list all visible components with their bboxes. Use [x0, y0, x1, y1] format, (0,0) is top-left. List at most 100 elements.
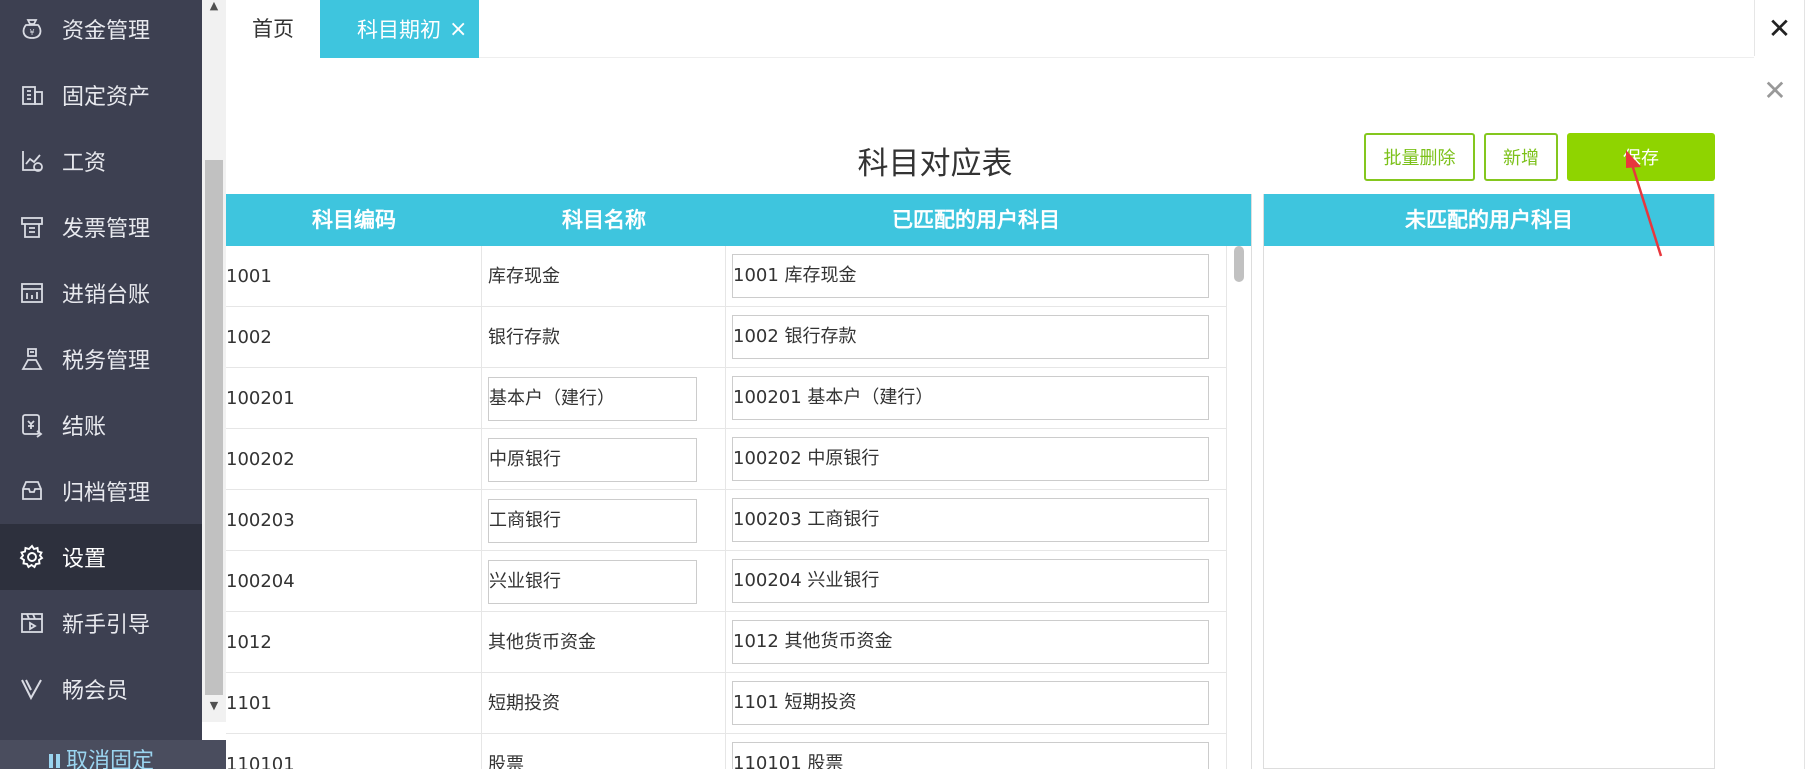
name-input[interactable]: 兴业银行	[488, 560, 697, 604]
name-text: 股票	[488, 754, 524, 769]
sidebar-item-settings[interactable]: 设置	[0, 524, 202, 590]
tab-label: 科目期初	[357, 18, 441, 42]
code-cell: 1001	[226, 246, 482, 307]
sidebar-item-label: 归档管理	[62, 481, 151, 506]
code-cell: 100202	[226, 429, 482, 490]
name-cell: 银行存款	[482, 307, 726, 368]
matched-input[interactable]: 100204 兴业银行	[732, 559, 1209, 603]
sidebar-item-guide[interactable]: 新手引导	[0, 590, 202, 656]
video-guide-icon	[18, 609, 46, 637]
name-input[interactable]: 工商银行	[488, 499, 697, 543]
table-row: 100203 工商银行 100203 工商银行	[226, 490, 1251, 551]
sidebar-item-invoice[interactable]: 发票管理	[0, 194, 202, 260]
ledger-icon	[18, 279, 46, 307]
unpin-button[interactable]: 取消固定	[48, 743, 154, 769]
sidebar-item-label: 资金管理	[62, 19, 151, 44]
gear-icon	[18, 543, 46, 571]
name-cell: 兴业银行	[482, 551, 726, 612]
matched-input[interactable]: 110101 股票	[732, 742, 1209, 769]
matched-input[interactable]: 100203 工商银行	[732, 498, 1209, 542]
sidebar-item-ledger[interactable]: 进销台账	[0, 260, 202, 326]
matched-cell: 100202 中原银行	[726, 429, 1226, 490]
name-text: 短期投资	[488, 693, 560, 714]
vip-icon	[18, 675, 46, 703]
header-matched: 已匹配的用户科目	[892, 208, 1060, 232]
pin-icon	[49, 754, 60, 768]
name-cell: 工商银行	[482, 490, 726, 551]
name-cell: 短期投资	[482, 673, 726, 734]
name-input[interactable]: 基本户（建行）	[488, 377, 697, 421]
table-row: 1101 短期投资 1101 短期投资	[226, 673, 1251, 734]
matched-input[interactable]: 100201 基本户（建行）	[732, 376, 1209, 420]
page-title: 科目对应表	[857, 146, 1013, 182]
invoice-icon	[18, 213, 46, 241]
tab-divider	[479, 57, 1754, 58]
matched-input[interactable]: 1012 其他货币资金	[732, 620, 1209, 664]
scroll-down-arrow-icon[interactable]: ▼	[207, 700, 221, 712]
table-row: 1001 库存现金 1001 库存现金	[226, 246, 1251, 307]
sidebar-item-checkout[interactable]: 结账	[0, 392, 202, 458]
building-icon	[18, 81, 46, 109]
matched-input[interactable]: 100202 中原银行	[732, 437, 1209, 481]
unpin-label: 取消固定	[66, 749, 155, 769]
unmatched-header: 未匹配的用户科目	[1264, 194, 1714, 246]
name-cell: 中原银行	[482, 429, 726, 490]
sidebar-item-label: 畅会员	[62, 679, 129, 704]
matched-cell: 100201 基本户（建行）	[726, 368, 1226, 429]
batch-delete-button[interactable]: 批量删除	[1364, 133, 1475, 181]
matched-input[interactable]: 1002 银行存款	[732, 315, 1209, 359]
sidebar-scrollbar-thumb[interactable]	[205, 160, 223, 695]
save-button[interactable]: 保存	[1567, 133, 1715, 181]
table-header: 科目编码 科目名称 已匹配的用户科目	[226, 194, 1251, 246]
subject-mapping-table: 科目编码 科目名称 已匹配的用户科目 1001 库存现金 1001 库存现金 1…	[226, 194, 1252, 769]
unmatched-panel: 未匹配的用户科目	[1263, 194, 1715, 769]
money-bag-icon: ¥	[18, 15, 46, 43]
sidebar-item-label: 发票管理	[62, 217, 151, 242]
sidebar-item-tax[interactable]: 税务管理	[0, 326, 202, 392]
name-cell: 股票	[482, 734, 726, 769]
add-button[interactable]: 新增	[1484, 133, 1558, 181]
table-scrollbar-thumb[interactable]	[1234, 246, 1244, 282]
scroll-up-arrow-icon[interactable]: ▲	[207, 0, 221, 12]
matched-input[interactable]: 1101 短期投资	[732, 681, 1209, 725]
matched-cell: 110101 股票	[726, 734, 1226, 769]
tax-icon	[18, 345, 46, 373]
matched-cell: 100203 工商银行	[726, 490, 1226, 551]
tab-subject-opening[interactable]: 科目期初 ×	[320, 0, 479, 58]
name-text: 其他货币资金	[488, 632, 596, 653]
matched-cell: 1001 库存现金	[726, 246, 1226, 307]
tab-close-icon[interactable]: ×	[449, 17, 467, 42]
matched-cell: 100204 兴业银行	[726, 551, 1226, 612]
code-cell: 1002	[226, 307, 482, 368]
sidebar-item-salary[interactable]: 工资	[0, 128, 202, 194]
code-cell: 100201	[226, 368, 482, 429]
name-input[interactable]: 中原银行	[488, 438, 697, 482]
window-close-icon[interactable]: ✕	[1754, 0, 1804, 56]
table-row: 110101 股票 110101 股票	[226, 734, 1251, 769]
table-scrollbar[interactable]	[1226, 246, 1251, 769]
name-cell: 基本户（建行）	[482, 368, 726, 429]
unpin-bar[interactable]: 取消固定	[0, 740, 226, 769]
name-text: 银行存款	[488, 327, 560, 348]
table-row: 1002 银行存款 1002 银行存款	[226, 307, 1251, 368]
checkout-icon	[18, 411, 46, 439]
sidebar-item-label: 进销台账	[62, 283, 151, 308]
sidebar-item-label: 结账	[62, 415, 107, 440]
dialog-close-icon[interactable]: ✕	[1761, 74, 1789, 107]
svg-text:¥: ¥	[29, 28, 34, 37]
header-name: 科目名称	[562, 208, 646, 232]
tab-home[interactable]: 首页	[226, 0, 320, 58]
sidebar-item-vip[interactable]: 畅会员	[0, 656, 202, 722]
name-cell: 其他货币资金	[482, 612, 726, 673]
sidebar-item-fixed-assets[interactable]: 固定资产	[0, 62, 202, 128]
sidebar-item-archive[interactable]: 归档管理	[0, 458, 202, 524]
matched-input[interactable]: 1001 库存现金	[732, 254, 1209, 298]
code-cell: 110101	[226, 734, 482, 769]
window-edge	[1804, 0, 1811, 769]
sidebar-item-funds[interactable]: ¥ 资金管理	[0, 0, 202, 62]
header-code: 科目编码	[312, 208, 396, 232]
table-row: 100204 兴业银行 100204 兴业银行	[226, 551, 1251, 612]
matched-cell: 1002 银行存款	[726, 307, 1226, 368]
app-root: ¥ 资金管理 固定资产 工资 发票管理 进销台账 税务管理 结账 归档管理 设置…	[0, 0, 1811, 769]
sidebar-item-label: 设置	[62, 547, 107, 572]
